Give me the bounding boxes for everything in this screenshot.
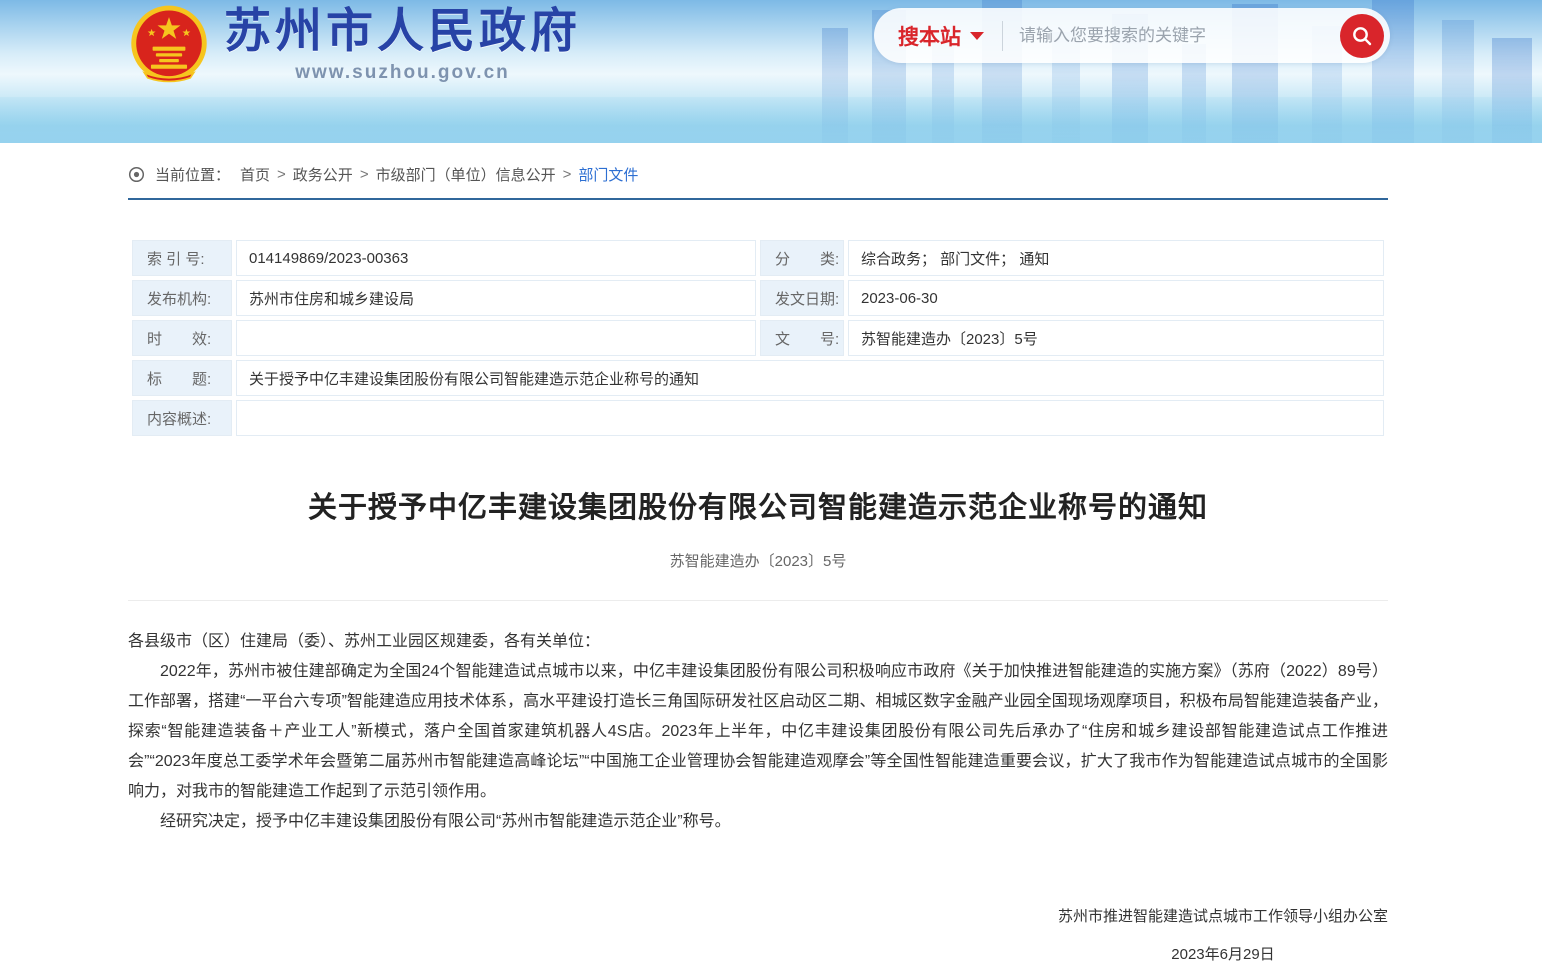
breadcrumb-item-home[interactable]: 首页 xyxy=(240,164,270,185)
table-row: 发布机构: 苏州市住房和城乡建设局 发文日期: 2023-06-30 xyxy=(132,280,1384,316)
water-decoration xyxy=(0,97,1542,143)
title-divider xyxy=(128,600,1388,601)
document-article: 关于授予中亿丰建设集团股份有限公司智能建造示范企业称号的通知 苏智能建造办〔20… xyxy=(128,484,1388,964)
meta-index-label: 索 引 号: xyxy=(132,240,232,276)
search-button[interactable] xyxy=(1340,14,1384,58)
breadcrumb-label: 当前位置： xyxy=(155,164,230,185)
meta-title-label: 标 题: xyxy=(132,360,232,396)
meta-date-value: 2023-06-30 xyxy=(848,280,1384,316)
breadcrumb-separator: > xyxy=(277,166,286,183)
national-emblem-logo xyxy=(128,4,210,86)
body-paragraph: 经研究决定，授予中亿丰建设集团股份有限公司“苏州市智能建造示范企业”称号。 xyxy=(128,807,1388,837)
site-search: 搜本站 xyxy=(874,8,1390,63)
body-paragraph: 2022年，苏州市被住建部确定为全国24个智能建造试点城市以来，中亿丰建设集团股… xyxy=(128,657,1388,807)
signature-organization: 苏州市推进智能建造试点城市工作领导小组办公室 xyxy=(1058,905,1388,926)
site-header-banner: 苏州市人民政府 www.suzhou.gov.cn 搜本站 xyxy=(0,0,1542,143)
meta-index-value: 014149869/2023-00363 xyxy=(236,240,756,276)
meta-title-value: 关于授予中亿丰建设集团股份有限公司智能建造示范企业称号的通知 xyxy=(236,360,1384,396)
meta-date-label: 发文日期: xyxy=(760,280,844,316)
search-scope-dropdown[interactable]: 搜本站 xyxy=(898,21,984,51)
breadcrumb-underline xyxy=(128,198,1388,200)
document-meta-table: 索 引 号: 014149869/2023-00363 分 类: 综合政务； 部… xyxy=(128,236,1388,440)
document-number: 苏智能建造办〔2023〕5号 xyxy=(128,550,1388,571)
site-brand: 苏州市人民政府 www.suzhou.gov.cn xyxy=(128,2,581,86)
search-divider xyxy=(1002,21,1003,51)
location-pin-icon xyxy=(128,166,145,183)
meta-agency-label: 发布机构: xyxy=(132,280,232,316)
meta-validity-value xyxy=(236,320,756,356)
meta-validity-label: 时 效: xyxy=(132,320,232,356)
meta-summary-label: 内容概述: xyxy=(132,400,232,436)
meta-docnum-value: 苏智能建造办〔2023〕5号 xyxy=(848,320,1384,356)
site-url: www.suzhou.gov.cn xyxy=(295,62,510,84)
meta-summary-value xyxy=(236,400,1384,436)
breadcrumb: 当前位置： 首页 > 政务公开 > 市级部门（单位）信息公开 > 部门文件 xyxy=(128,164,1388,185)
breadcrumb-item-dept-info[interactable]: 市级部门（单位）信息公开 xyxy=(376,164,556,185)
document-body: 各县级市（区）住建局（委）、苏州工业园区规建委，各有关单位： 2022年，苏州市… xyxy=(128,627,1388,837)
table-row: 标 题: 关于授予中亿丰建设集团股份有限公司智能建造示范企业称号的通知 xyxy=(132,360,1384,396)
table-row: 时 效: 文 号: 苏智能建造办〔2023〕5号 xyxy=(132,320,1384,356)
breadcrumb-item-dept-files[interactable]: 部门文件 xyxy=(578,164,638,185)
breadcrumb-separator: > xyxy=(360,166,369,183)
meta-category-label: 分 类: xyxy=(760,240,844,276)
chevron-down-icon xyxy=(970,32,984,40)
breadcrumb-separator: > xyxy=(563,166,572,183)
breadcrumb-item-gov-affairs[interactable]: 政务公开 xyxy=(293,164,353,185)
table-row: 内容概述: xyxy=(132,400,1384,436)
meta-docnum-label: 文 号: xyxy=(760,320,844,356)
page-title: 关于授予中亿丰建设集团股份有限公司智能建造示范企业称号的通知 xyxy=(128,484,1388,526)
meta-agency-value: 苏州市住房和城乡建设局 xyxy=(236,280,756,316)
signature-block: 苏州市推进智能建造试点城市工作领导小组办公室 2023年6月29日 xyxy=(1058,905,1388,964)
salutation-paragraph: 各县级市（区）住建局（委）、苏州工业园区规建委，各有关单位： xyxy=(128,627,1388,657)
meta-category-value: 综合政务； 部门文件； 通知 xyxy=(848,240,1384,276)
search-scope-label: 搜本站 xyxy=(898,21,961,51)
signature-date: 2023年6月29日 xyxy=(1171,943,1274,964)
search-icon xyxy=(1350,24,1374,48)
table-row: 索 引 号: 014149869/2023-00363 分 类: 综合政务； 部… xyxy=(132,240,1384,276)
site-title: 苏州市人民政府 xyxy=(224,2,581,60)
search-input[interactable] xyxy=(1019,26,1340,46)
